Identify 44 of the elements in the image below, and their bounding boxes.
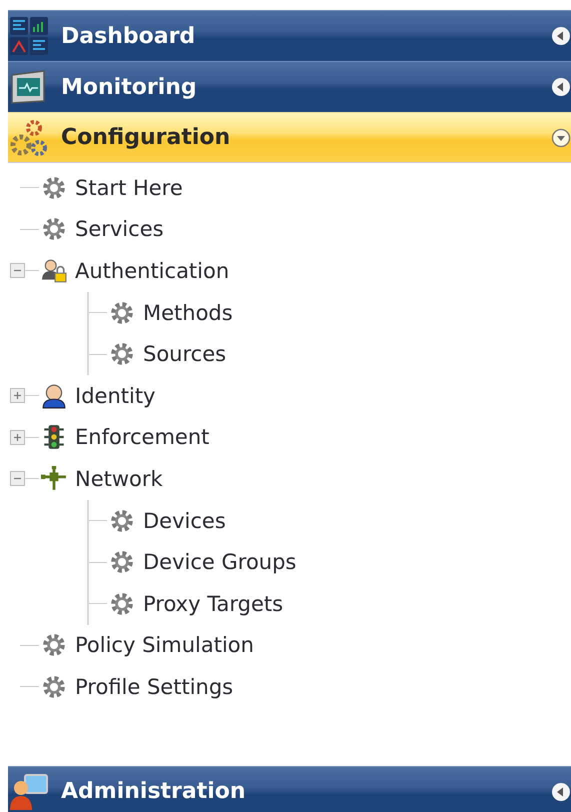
gear-icon	[109, 300, 135, 326]
tree-item[interactable]: Device Groups	[143, 550, 296, 574]
user-icon	[41, 382, 67, 409]
gear-icon	[109, 590, 135, 617]
tree-item[interactable]: Profile Settings	[75, 674, 234, 699]
network-icon	[41, 466, 67, 492]
expand-icon[interactable]	[10, 388, 25, 404]
section-header[interactable]: Configuration	[8, 112, 571, 163]
gear-icon	[41, 174, 67, 201]
tree-item[interactable]: Authentication	[75, 258, 230, 283]
gear-icon	[41, 674, 67, 700]
tree-item[interactable]: Devices	[143, 508, 226, 533]
section-title: Dashboard	[61, 24, 196, 48]
expand-icon[interactable]	[551, 26, 571, 46]
gear-icon	[41, 632, 67, 658]
tree-item[interactable]: Network	[75, 466, 163, 491]
collapse-icon[interactable]	[10, 263, 25, 278]
tree-item[interactable]: Methods	[143, 300, 233, 325]
section-header[interactable]: Dashboard	[8, 10, 571, 61]
gear-icon	[109, 508, 135, 534]
section-title: Administration	[61, 779, 247, 804]
section-title: Monitoring	[61, 74, 198, 100]
expand-icon[interactable]	[551, 77, 571, 97]
collapse-icon[interactable]	[551, 128, 571, 148]
tree-item[interactable]: Proxy Targets	[143, 592, 284, 616]
tree-item[interactable]: Policy Simulation	[75, 633, 254, 658]
expand-icon[interactable]	[10, 430, 25, 445]
section-header[interactable]: Monitoring	[8, 61, 571, 112]
tree-item[interactable]: Enforcement	[75, 425, 210, 450]
gear-icon	[41, 216, 67, 242]
section-header[interactable]: Administration	[8, 766, 571, 812]
section-title: Configuration	[61, 125, 232, 150]
tree-item[interactable]: Identity	[75, 384, 156, 408]
user-lock-icon	[41, 258, 67, 284]
gear-icon	[109, 341, 135, 368]
gears-icon	[9, 118, 49, 158]
collapse-icon[interactable]	[10, 471, 25, 486]
tree-item[interactable]: Services	[75, 217, 164, 242]
gear-icon	[109, 549, 135, 576]
tree-item[interactable]: Sources	[143, 342, 226, 366]
tree-item[interactable]: Start Here	[75, 176, 183, 200]
admin-user-icon	[9, 772, 49, 812]
expand-icon[interactable]	[551, 782, 571, 802]
dashboard-icon	[9, 16, 49, 56]
